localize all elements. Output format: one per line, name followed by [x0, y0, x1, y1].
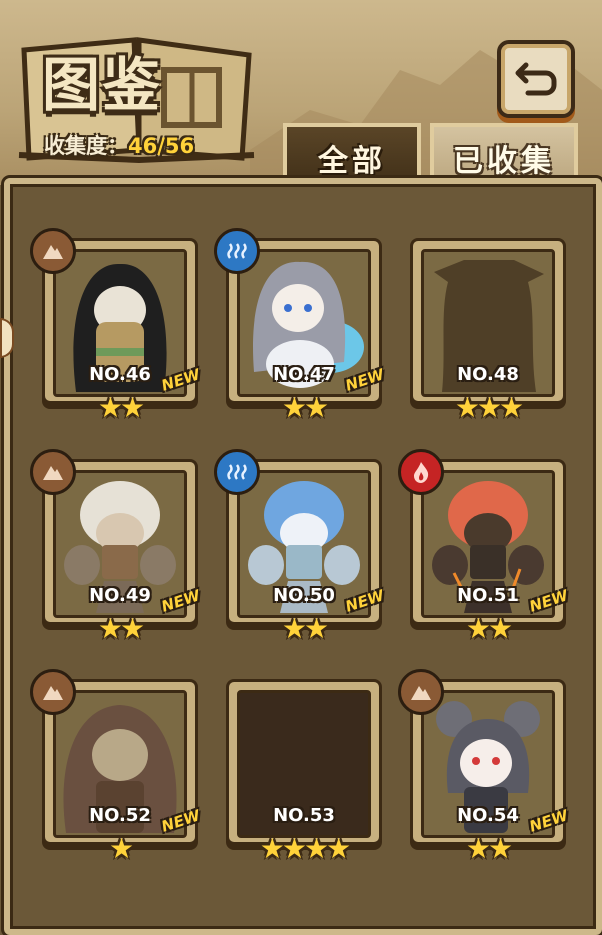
card-frame: NO.48 ★★★ [410, 238, 566, 423]
star-rating: ★ [108, 832, 134, 865]
earth-icon [30, 228, 76, 274]
star-rating: ★★ [97, 612, 145, 645]
card-grid-panel: NO.46 NEW ★★ NO.47 NEW ★★ NO.48 ★★★ NO.4… [4, 178, 602, 935]
fire-icon [398, 449, 444, 495]
card-48[interactable]: NO.48 ★★★ [410, 238, 566, 423]
earth-icon [398, 669, 444, 715]
water-icon [214, 228, 260, 274]
earth-icon [30, 669, 76, 715]
card-52[interactable]: NO.52 NEW ★ [30, 669, 202, 865]
collection-progress: 收集度：46/56 [44, 130, 194, 160]
earth-icon [30, 449, 76, 495]
star-rating: ★★ [465, 832, 513, 865]
card-46[interactable]: NO.46 NEW ★★ [30, 228, 202, 424]
card-number: NO.48 [457, 364, 519, 385]
collection-label: 收集度： [44, 134, 128, 158]
page-title: 图鉴 [42, 51, 163, 119]
star-rating: ★★ [97, 391, 145, 424]
star-rating: ★★★★ [259, 832, 351, 865]
collection-value: 46/56 [128, 134, 195, 158]
card-51[interactable]: NO.51 NEW ★★ [398, 449, 570, 645]
card-53[interactable]: NO.53 ★★★★ [226, 679, 382, 864]
card-47[interactable]: NO.47 NEW ★★ [214, 228, 386, 424]
star-rating: ★★ [465, 612, 513, 645]
card-50[interactable]: NO.50 NEW ★★ [214, 449, 386, 645]
water-icon [214, 449, 260, 495]
star-rating: ★★★ [454, 391, 524, 424]
star-rating: ★★ [281, 612, 329, 645]
star-rating: ★★ [281, 391, 329, 424]
card-number: NO.53 [273, 805, 335, 826]
card-frame: NO.53 ★★★★ [226, 679, 382, 864]
return-arrow-icon [515, 62, 557, 96]
card-54[interactable]: NO.54 NEW ★★ [398, 669, 570, 865]
card-49[interactable]: NO.49 NEW ★★ [30, 449, 202, 645]
back-button[interactable] [497, 40, 575, 118]
